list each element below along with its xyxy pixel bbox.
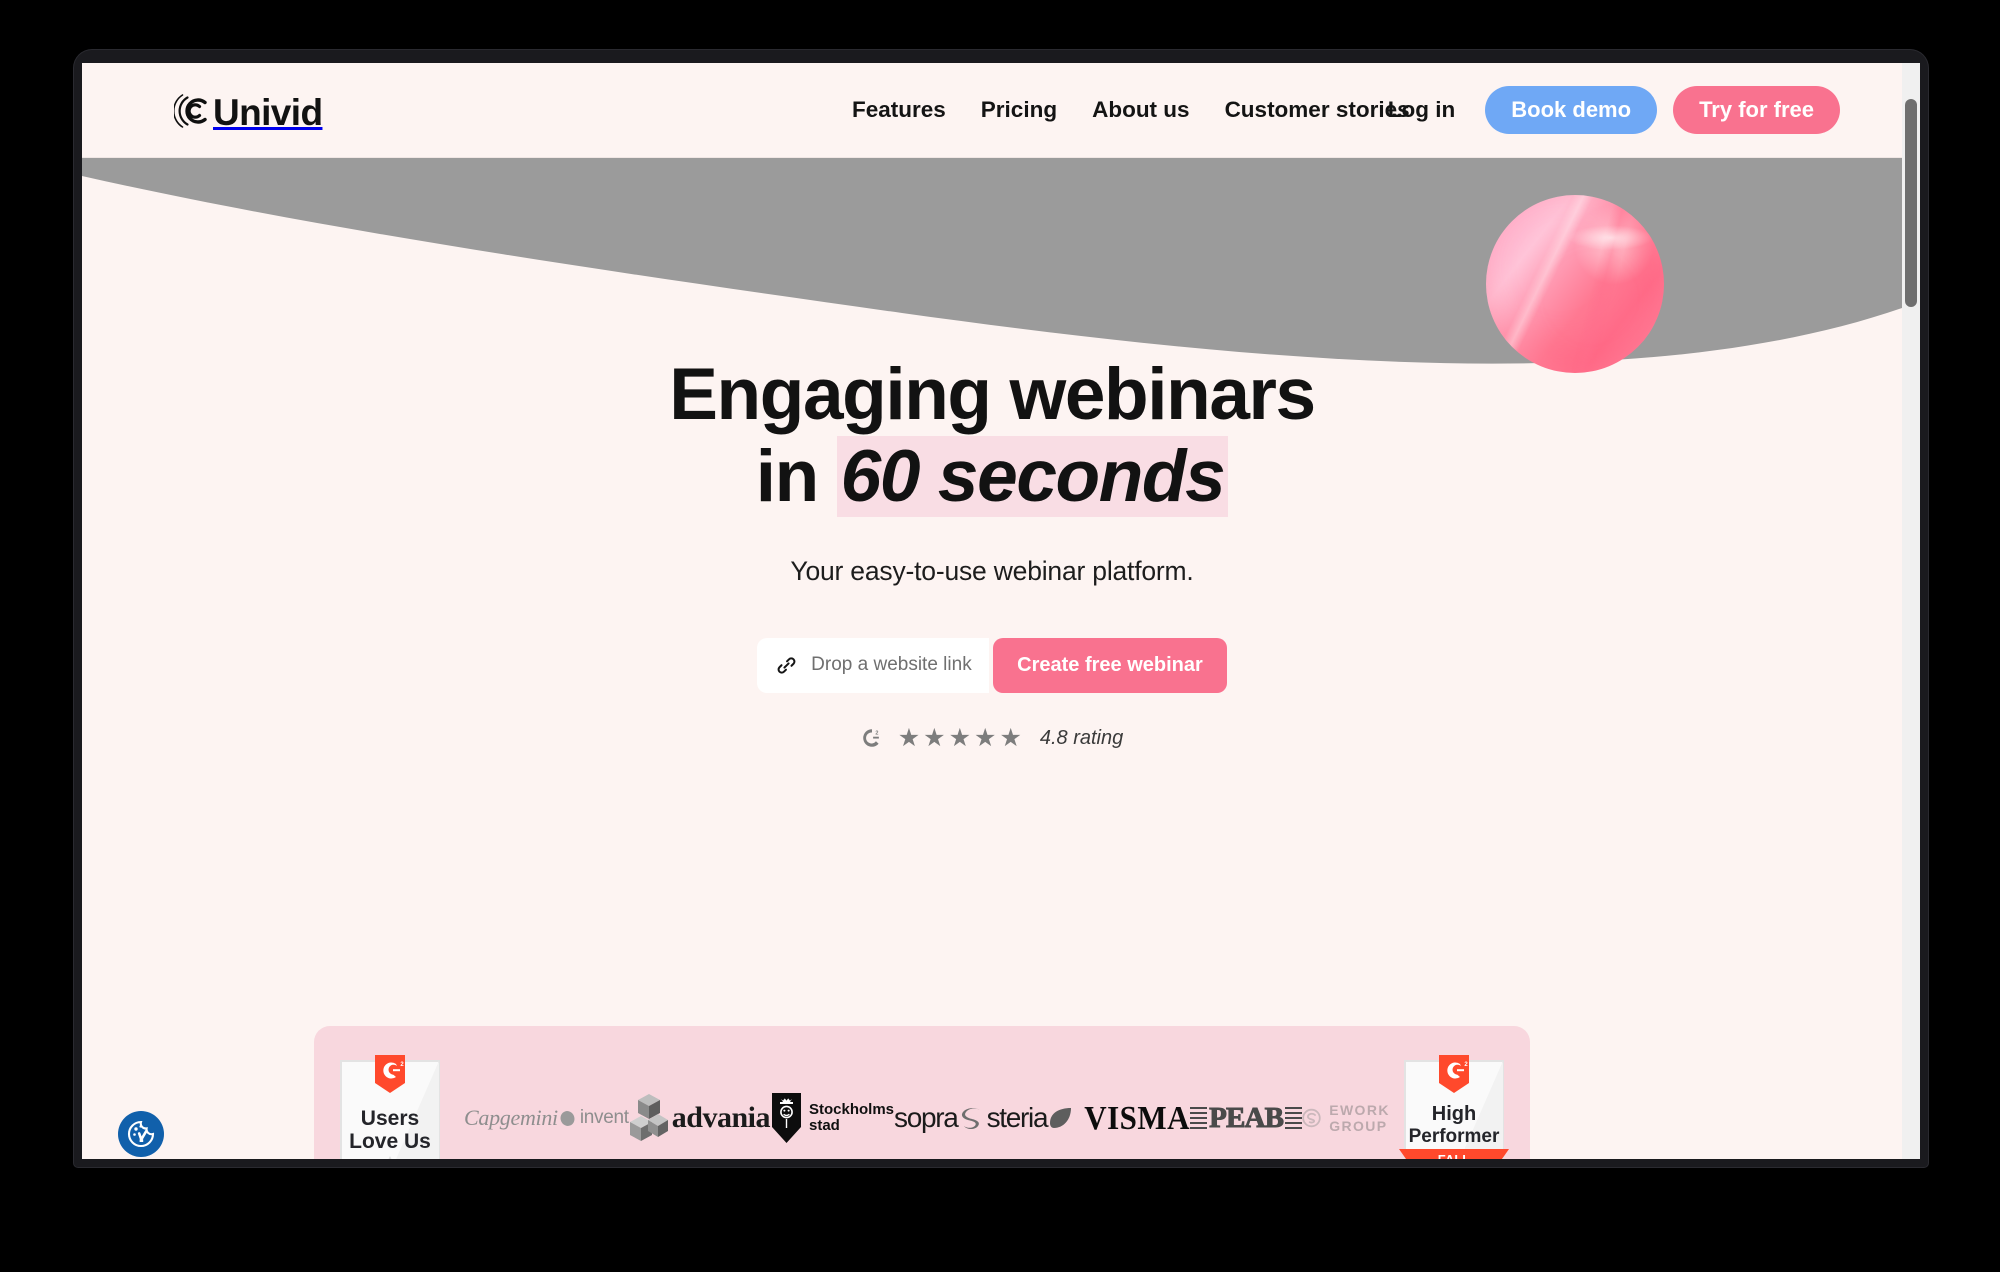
stockholms-line-2: stad xyxy=(808,1117,840,1134)
rating-star: ★ xyxy=(897,723,921,752)
primary-navigation: Features Pricing About us Customer stori… xyxy=(852,97,1410,123)
browser-window: Univid Features Pricing About us Custome… xyxy=(74,50,1928,1167)
advania-text: advania xyxy=(671,1101,771,1134)
nav-link-about-us[interactable]: About us xyxy=(1092,97,1189,123)
hero-section: Engaging webinars in 60 seconds Your eas… xyxy=(82,158,1902,1159)
peab-text: PEAB xyxy=(1209,1101,1285,1134)
capgemini-dot-icon xyxy=(558,1108,577,1128)
login-link[interactable]: Log in xyxy=(1388,97,1455,123)
cookie-check-icon xyxy=(127,1120,155,1148)
g2-rating-row: 2 ★ ★ ★ ★ ★ 4.8 rating xyxy=(82,723,1902,752)
stockholms-stad-text: Stockholms stad xyxy=(809,1102,894,1134)
sopra-steria-logo: sopra steria xyxy=(894,1102,1049,1134)
ework-group-text: EWORK GROUP xyxy=(1329,1102,1390,1134)
page-viewport: Univid Features Pricing About us Custome… xyxy=(82,63,1920,1159)
peab-logo: PEAB xyxy=(1190,1101,1303,1135)
capgemini-text: Capgemini xyxy=(464,1105,558,1130)
book-demo-button[interactable]: Book demo xyxy=(1485,86,1658,134)
sopra-text: sopra xyxy=(894,1102,959,1133)
nav-link-pricing[interactable]: Pricing xyxy=(981,97,1057,123)
visma-text: VISMA xyxy=(1084,1098,1191,1137)
brand-logo-link[interactable]: Univid xyxy=(174,90,323,133)
partner-logo-row-1: Capgemini invent advania Stockholms stad… xyxy=(464,1088,1388,1148)
g2-high-performer-badge: 2 High Performer FALL 2024 xyxy=(1399,1053,1509,1159)
create-free-webinar-button[interactable]: Create free webinar xyxy=(993,637,1227,693)
badge-line-1: Users xyxy=(361,1107,419,1130)
rating-star: ★ xyxy=(974,723,997,752)
try-for-free-button[interactable]: Try for free xyxy=(1673,86,1840,134)
sopra-steria-swirl-icon xyxy=(961,1107,981,1129)
partner-logo-row-2: INEXCHANGE SATS xyxy=(714,1158,1134,1159)
rating-star: ★ xyxy=(948,723,972,752)
hero-heading-line-2: in 60 seconds xyxy=(82,435,1902,518)
nav-link-features[interactable]: Features xyxy=(852,97,946,123)
hero-heading-line-1: Engaging webinars xyxy=(669,354,1316,435)
stockholms-stad-logo: Stockholms stad xyxy=(770,1091,894,1145)
site-header: Univid Features Pricing About us Custome… xyxy=(82,63,1902,158)
badge-line-2: Love Us xyxy=(349,1130,431,1153)
capgemini-invent-logo: Capgemini invent xyxy=(464,1105,629,1131)
invent-text: invent xyxy=(579,1107,629,1128)
rating-text: 4.8 rating xyxy=(1039,726,1124,749)
hero-subtitle: Your easy-to-use webinar platform. xyxy=(790,555,1194,586)
hero-heading-prefix: in xyxy=(755,435,837,517)
univid-waves-icon xyxy=(174,94,207,128)
rating-star: ★ xyxy=(923,723,946,752)
visma-logo: VISMA xyxy=(1047,1098,1191,1137)
g2-logo-icon: 2 xyxy=(862,729,879,747)
hero-content: Engaging webinars in 60 seconds Your eas… xyxy=(82,158,1902,751)
stockholms-line-1: Stockholms xyxy=(808,1101,895,1119)
badge-line-2: Performer xyxy=(1409,1126,1500,1147)
ework-group-logo: EWORK GROUP xyxy=(1302,1102,1403,1134)
peab-right-bars-icon xyxy=(1285,1106,1303,1130)
scrollbar-thumb[interactable] xyxy=(1905,99,1917,307)
hero-heading-emphasis: 60 seconds xyxy=(836,435,1229,517)
advania-logo: advania xyxy=(629,1092,770,1144)
website-link-field[interactable] xyxy=(757,637,990,693)
svg-text:2: 2 xyxy=(875,731,878,737)
website-link-input[interactable] xyxy=(811,654,980,676)
link-chain-icon xyxy=(777,656,796,674)
rating-star: ★ xyxy=(999,723,1022,752)
badge-line-1: High xyxy=(1432,1103,1476,1125)
cookie-consent-button[interactable] xyxy=(118,1111,164,1157)
brand-name: Univid xyxy=(213,91,323,133)
visma-leaf-icon xyxy=(1050,1108,1072,1128)
hero-cta-row: Create free webinar xyxy=(82,637,1902,693)
advania-cubes-icon xyxy=(629,1094,668,1141)
header-actions: Log in Book demo Try for free xyxy=(1388,86,1840,134)
ework-circle-icon xyxy=(1302,1108,1321,1128)
nav-link-customer-stories[interactable]: Customer stories xyxy=(1225,97,1410,123)
page-scrollbar[interactable] xyxy=(1902,63,1920,1159)
customer-logo-band: 2 Users Love Us 2 High Performer Capgemi… xyxy=(314,1026,1530,1159)
peab-left-bars-icon xyxy=(1190,1106,1208,1130)
badge-ribbon: FALL xyxy=(1438,1152,1471,1159)
steria-text: steria xyxy=(986,1102,1049,1133)
page-title: Engaging webinars in 60 seconds xyxy=(82,354,1902,518)
rating-stars: ★ ★ ★ ★ ★ xyxy=(897,723,1022,752)
g2-users-love-us-badge: 2 Users Love Us xyxy=(335,1053,445,1159)
stockholms-stad-crest-icon xyxy=(771,1093,801,1143)
